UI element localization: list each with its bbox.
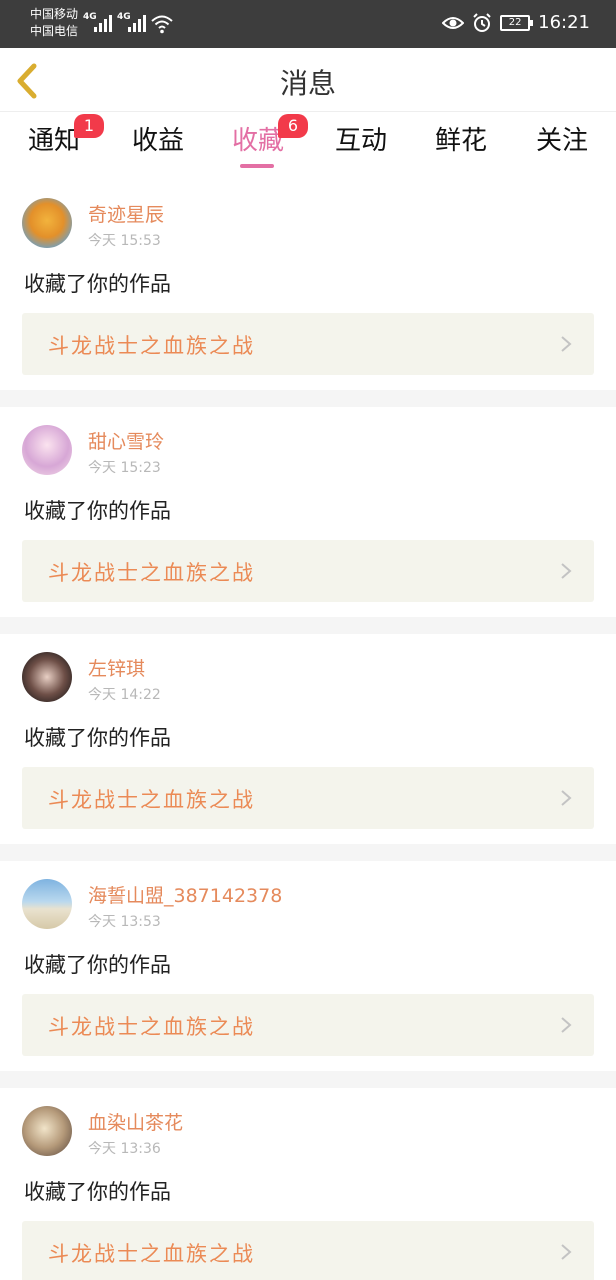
chevron-right-icon: [561, 790, 572, 806]
wifi-icon: [151, 15, 173, 34]
action-text: 收藏了你的作品: [24, 953, 171, 977]
timestamp: 今天 15:23: [88, 460, 161, 476]
action-text: 收藏了你的作品: [24, 499, 171, 523]
chevron-right-icon: [561, 563, 572, 579]
work-link[interactable]: 斗龙战士之血族之战: [22, 1221, 594, 1280]
tab-label: 互动: [334, 126, 387, 156]
username[interactable]: 奇迹星辰: [88, 200, 164, 227]
list-item: 奇迹星辰 今天 15:53 收藏了你的作品 斗龙战士之血族之战: [0, 180, 616, 390]
tab-earnings[interactable]: 收益: [118, 122, 198, 160]
list-item: 左锌琪 今天 14:22 收藏了你的作品 斗龙战士之血族之战: [0, 634, 616, 844]
tab-label: 收藏: [231, 126, 284, 156]
work-title: 斗龙战士之血族之战: [48, 788, 255, 812]
page-title: 消息: [279, 67, 336, 100]
username[interactable]: 血染山茶花: [88, 1108, 183, 1135]
avatar[interactable]: [22, 198, 72, 248]
work-link[interactable]: 斗龙战士之血族之战: [22, 767, 594, 829]
carrier-2: 中国电信: [30, 24, 79, 38]
work-link[interactable]: 斗龙战士之血族之战: [22, 540, 594, 602]
username[interactable]: 海誓山盟_387142378: [88, 881, 282, 908]
username[interactable]: 甜心雪玲: [88, 427, 164, 454]
divider: [0, 617, 616, 634]
work-title: 斗龙战士之血族之战: [48, 561, 255, 585]
avatar[interactable]: [22, 652, 72, 702]
divider: [0, 390, 616, 407]
username[interactable]: 左锌琪: [88, 654, 145, 681]
tab-bar: 通知 1 收益 收藏 6 互动 鲜花 关注: [0, 112, 616, 180]
status-bar: 中国移动 中国电信 4G 4G 22 16:21: [0, 0, 616, 48]
tab-label: 收益: [131, 126, 184, 156]
action-text: 收藏了你的作品: [24, 1180, 171, 1204]
list-item: 甜心雪玲 今天 15:23 收藏了你的作品 斗龙战士之血族之战: [0, 407, 616, 617]
battery-icon: 22: [500, 14, 534, 31]
clock: 16:21: [538, 12, 590, 33]
work-title: 斗龙战士之血族之战: [48, 1015, 255, 1039]
timestamp: 今天 14:22: [88, 687, 161, 703]
carrier-1: 中国移动: [30, 7, 79, 21]
timestamp: 今天 13:36: [88, 1141, 161, 1157]
avatar[interactable]: [22, 1106, 72, 1156]
active-tab-indicator: [240, 164, 274, 168]
signal-icon: [128, 14, 146, 32]
divider: [0, 1071, 616, 1088]
unread-badge: 6: [278, 114, 308, 138]
divider: [0, 844, 616, 861]
tab-following[interactable]: 关注: [522, 122, 602, 160]
avatar[interactable]: [22, 879, 72, 929]
tab-favorites[interactable]: 收藏 6: [218, 114, 308, 160]
tab-label: 关注: [535, 126, 588, 156]
alarm-icon: [473, 12, 491, 32]
action-text: 收藏了你的作品: [24, 726, 171, 750]
tab-notifications[interactable]: 通知 1: [14, 114, 104, 160]
work-link[interactable]: 斗龙战士之血族之战: [22, 994, 594, 1056]
carrier-labels: 中国移动 中国电信: [30, 6, 78, 40]
chevron-right-icon: [561, 1244, 572, 1260]
tab-flowers[interactable]: 鲜花: [421, 122, 501, 160]
unread-badge: 1: [74, 114, 104, 138]
chevron-right-icon: [561, 1017, 572, 1033]
tab-interactions[interactable]: 互动: [321, 122, 401, 160]
nav-bar: 消息: [0, 48, 616, 112]
tab-label: 通知: [27, 126, 80, 156]
signal-icon: [94, 14, 112, 32]
list-item: 血染山茶花 今天 13:36 收藏了你的作品 斗龙战士之血族之战: [0, 1088, 616, 1280]
notification-list: 奇迹星辰 今天 15:53 收藏了你的作品 斗龙战士之血族之战 甜心雪玲 今天 …: [0, 180, 616, 1280]
list-item: 海誓山盟_387142378 今天 13:53 收藏了你的作品 斗龙战士之血族之…: [0, 861, 616, 1071]
work-title: 斗龙战士之血族之战: [48, 1242, 255, 1266]
tab-label: 鲜花: [434, 126, 487, 156]
action-text: 收藏了你的作品: [24, 272, 171, 296]
work-title: 斗龙战士之血族之战: [48, 334, 255, 358]
work-link[interactable]: 斗龙战士之血族之战: [22, 313, 594, 375]
timestamp: 今天 13:53: [88, 914, 161, 930]
chevron-right-icon: [561, 336, 572, 352]
timestamp: 今天 15:53: [88, 233, 161, 249]
avatar[interactable]: [22, 425, 72, 475]
eye-icon: [442, 16, 465, 29]
